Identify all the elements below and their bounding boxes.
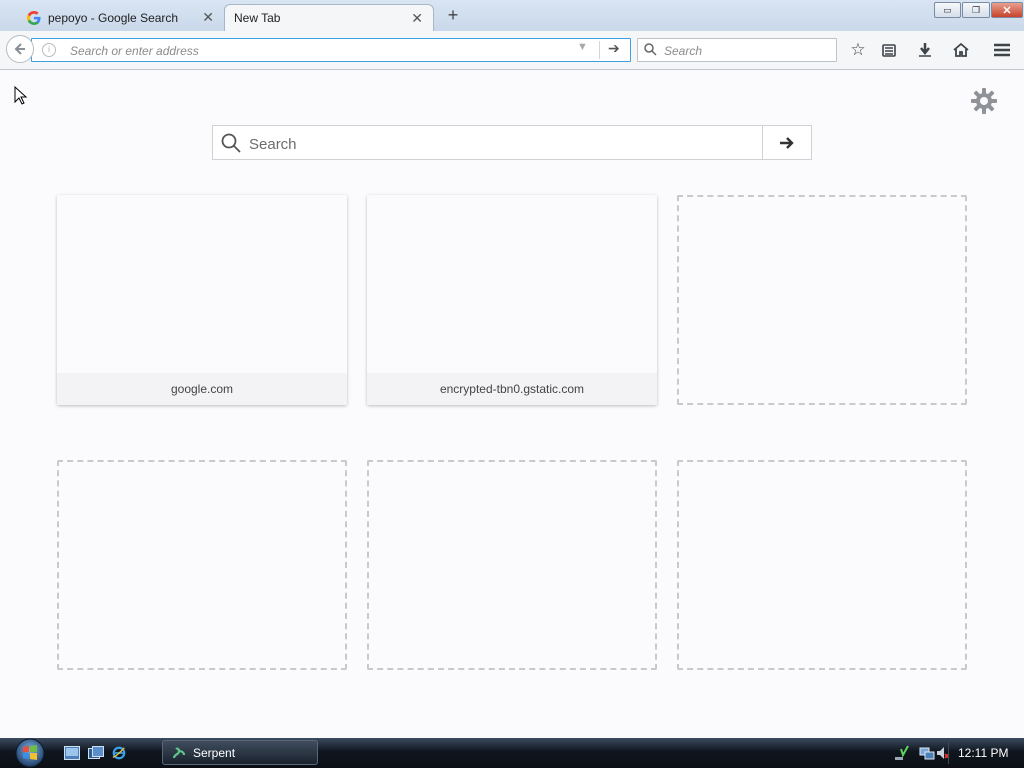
bookmarks-menu-icon[interactable]	[878, 39, 900, 61]
arrow-right-icon	[780, 136, 794, 149]
back-button[interactable]	[6, 35, 34, 63]
newtab-search-input[interactable]	[247, 132, 751, 156]
tab-title: New Tab	[234, 11, 281, 25]
bookmark-star-icon[interactable]: ☆	[847, 39, 869, 61]
tab-title: pepoyo - Google Search	[48, 10, 179, 25]
tab-close-icon[interactable]: ✕	[202, 9, 214, 26]
search-icon	[644, 43, 657, 56]
show-desktop-icon[interactable]	[64, 746, 80, 760]
hamburger-menu-icon[interactable]	[991, 39, 1013, 61]
newtab-search-box[interactable]	[212, 125, 763, 160]
serpent-app-icon	[172, 747, 186, 758]
tile-label: google.com	[57, 373, 347, 405]
address-bar[interactable]: i ▼ ➔	[31, 38, 631, 62]
new-tab-plus-icon[interactable]: +	[444, 5, 462, 25]
newtab-search-go-button[interactable]	[762, 125, 812, 160]
taskbar-app-label: Serpent	[193, 745, 236, 760]
address-input[interactable]	[68, 41, 572, 61]
tab-strip: pepoyo - Google Search ✕ New Tab ✕ + ▭ ❐…	[0, 0, 1024, 31]
empty-tile-placeholder	[677, 195, 967, 405]
tab-new-tab[interactable]: New Tab ✕	[224, 4, 434, 31]
window-close-button[interactable]: ✕	[991, 2, 1023, 18]
divider	[599, 41, 600, 59]
back-arrow-icon	[14, 43, 25, 55]
tray-security-icon[interactable]	[893, 745, 909, 761]
empty-tile-placeholder	[677, 460, 967, 670]
divider	[948, 742, 949, 764]
downloads-icon[interactable]	[914, 39, 936, 61]
history-dropdown-icon[interactable]: ▼	[577, 41, 588, 53]
tab-google-search[interactable]: pepoyo - Google Search ✕	[18, 4, 224, 31]
tray-clock[interactable]: 12:11 PM	[958, 746, 1008, 760]
tray-network-icon[interactable]	[919, 745, 935, 761]
empty-tile-placeholder	[367, 460, 657, 670]
windows-taskbar: Serpent 12:11 PM	[0, 738, 1024, 768]
tile-label: encrypted-tbn0.gstatic.com	[367, 373, 657, 405]
search-input[interactable]	[662, 41, 831, 61]
mouse-cursor-icon	[14, 86, 28, 105]
settings-gear-icon[interactable]	[970, 87, 998, 115]
top-site-tile[interactable]: google.com	[57, 195, 347, 405]
nav-toolbar: i ▼ ➔ ☆	[0, 31, 1024, 70]
search-bar[interactable]	[637, 38, 837, 62]
switch-windows-icon[interactable]	[88, 746, 104, 760]
internet-explorer-icon[interactable]	[111, 746, 127, 760]
google-g-icon	[26, 10, 42, 26]
tab-close-icon[interactable]: ✕	[411, 10, 423, 27]
top-site-tile[interactable]: encrypted-tbn0.gstatic.com	[367, 195, 657, 405]
taskbar-app-serpent[interactable]: Serpent	[162, 740, 318, 765]
info-icon[interactable]: i	[42, 43, 56, 57]
empty-tile-placeholder	[57, 460, 347, 670]
home-icon[interactable]	[950, 39, 972, 61]
start-orb-icon[interactable]	[8, 738, 52, 768]
search-icon	[221, 133, 241, 153]
go-arrow-icon[interactable]: ➔	[608, 40, 620, 57]
window-minimize-button[interactable]: ▭	[934, 2, 961, 18]
window-maximize-button[interactable]: ❐	[962, 2, 990, 18]
